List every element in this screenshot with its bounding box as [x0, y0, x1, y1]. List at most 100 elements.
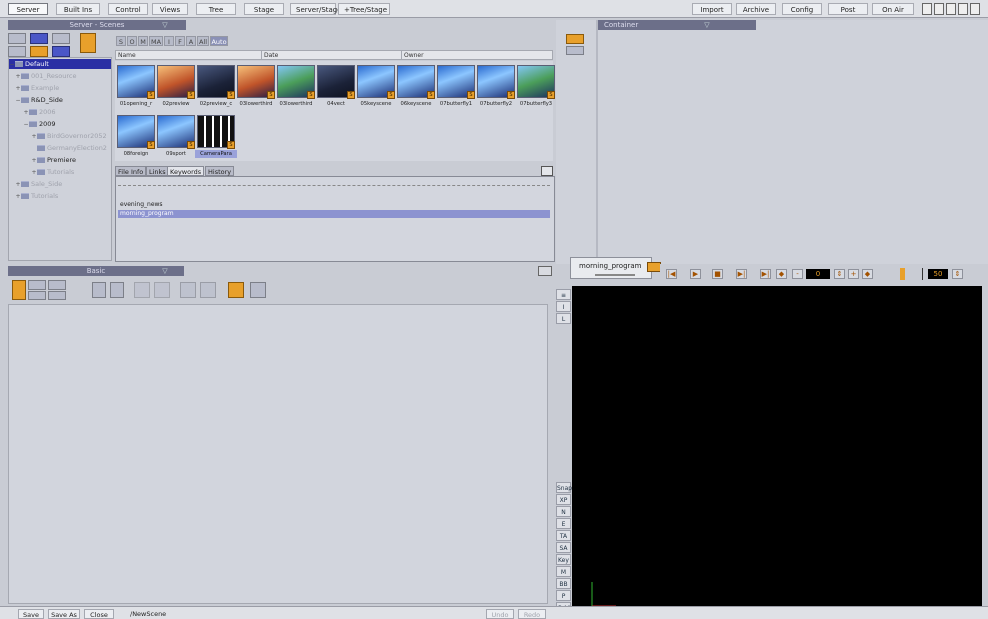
menu-control[interactable]: Control: [108, 3, 148, 15]
scene-thumbnail[interactable]: S 04vect: [317, 65, 355, 109]
menu-views[interactable]: Views: [152, 3, 188, 15]
side-button-l[interactable]: L: [556, 313, 571, 324]
container-dropdown-icon[interactable]: ▽: [700, 21, 714, 29]
filter-o[interactable]: O: [127, 36, 137, 46]
side-button-xp[interactable]: XP: [556, 494, 571, 505]
tree-item-resource[interactable]: +001_Resource: [15, 71, 76, 81]
arrow-move-icon[interactable]: [28, 280, 46, 290]
scene-thumbnail[interactable]: S 03lowerthird: [277, 65, 315, 109]
frame-stepper-icon[interactable]: ⇕: [834, 269, 845, 279]
grid-view-icon[interactable]: [52, 46, 70, 57]
scene-type-icon[interactable]: [80, 33, 96, 53]
tree-item-tutorials[interactable]: + Tutorials: [15, 191, 58, 201]
scene-thumbnail[interactable]: S 01opening_r: [117, 65, 155, 109]
plus-frame-icon[interactable]: +: [848, 269, 859, 279]
undo-button[interactable]: Undo: [486, 609, 514, 619]
remove-folder-icon[interactable]: [8, 46, 26, 57]
menu-tree-stage[interactable]: +Tree/Stage: [338, 3, 390, 15]
panel-expand-icon[interactable]: [541, 166, 553, 176]
filter-s[interactable]: S: [116, 36, 126, 46]
scene-thumbnail[interactable]: S 07butterfly3: [517, 65, 555, 109]
panel-dropdown-icon[interactable]: ▽: [158, 21, 172, 29]
menu-tree[interactable]: Tree: [196, 3, 236, 15]
side-button-key[interactable]: Key: [556, 554, 571, 565]
scene-thumbnail[interactable]: S 07butterfly2: [477, 65, 515, 109]
end-stepper-icon[interactable]: ⇕: [952, 269, 963, 279]
tree-item-rd-side[interactable]: − R&D_Side: [15, 95, 62, 105]
tree-item-2009[interactable]: −2009: [23, 119, 55, 129]
scene-thumbnail[interactable]: S 08foreign: [117, 115, 155, 159]
tab-keywords[interactable]: Keywords: [167, 166, 205, 176]
tree-item-birdgovernor[interactable]: + BirdGovernor2052: [31, 131, 106, 141]
layers-icon[interactable]: [154, 282, 170, 298]
filter-auto[interactable]: Auto: [210, 36, 228, 46]
monitor-icon[interactable]: [52, 33, 70, 44]
menu-on-air[interactable]: On Air: [872, 3, 914, 15]
redo-button[interactable]: Redo: [518, 609, 546, 619]
menu-server[interactable]: Server: [8, 3, 48, 15]
minus-icon[interactable]: [48, 291, 66, 300]
side-button-i[interactable]: I: [556, 301, 571, 312]
basic-dropdown-icon[interactable]: ▽: [158, 267, 172, 275]
menu-archive[interactable]: Archive: [736, 3, 776, 15]
keyword-item-selected[interactable]: morning_program: [118, 210, 550, 218]
layout-3-icon[interactable]: [946, 3, 956, 15]
filter-f[interactable]: F: [175, 36, 185, 46]
dropdown-icon[interactable]: [958, 3, 968, 15]
tree-item-2006[interactable]: +2006: [23, 107, 55, 117]
split-icon[interactable]: [28, 291, 46, 300]
tree-item-default[interactable]: − Default: [9, 59, 111, 69]
tree-item-sale-side[interactable]: + Sale_Side: [15, 179, 62, 189]
zoom-in-icon[interactable]: [92, 282, 106, 298]
tree-item-tutorials-sub[interactable]: + Tutorials: [31, 167, 74, 177]
close-button[interactable]: Close: [84, 609, 114, 619]
menu-config[interactable]: Config: [782, 3, 822, 15]
side-button-ta[interactable]: TA: [556, 530, 571, 541]
side-button-p[interactable]: P: [556, 590, 571, 601]
filter-a[interactable]: A: [186, 36, 196, 46]
render-viewport[interactable]: [572, 286, 982, 619]
menu-built-ins[interactable]: Built Ins: [56, 3, 100, 15]
scene-thumbnail[interactable]: S 02preview: [157, 65, 195, 109]
tree-item-example[interactable]: + Example: [15, 83, 59, 93]
end-frame-field[interactable]: 50: [928, 269, 948, 279]
tab-history[interactable]: History: [205, 166, 235, 176]
tree-item-germanyelection[interactable]: GermanyElection2: [37, 143, 107, 153]
render-icon[interactable]: [228, 282, 244, 298]
filter-all[interactable]: All: [197, 36, 209, 46]
filter-m[interactable]: M: [138, 36, 148, 46]
keyframe-icon[interactable]: ◆: [776, 269, 787, 279]
tree-item-premiere[interactable]: + Premiere: [31, 155, 76, 165]
add-icon[interactable]: [48, 280, 66, 290]
side-button-view[interactable]: ≡: [556, 289, 571, 300]
keyframe-next-icon[interactable]: ◆: [862, 269, 873, 279]
scene-thumbnail[interactable]: S CameraPara: [195, 115, 237, 159]
save-button[interactable]: Save: [18, 609, 44, 619]
layout-1-icon[interactable]: [922, 3, 932, 15]
zoom-out-icon[interactable]: [110, 282, 124, 298]
frame-field[interactable]: 0: [806, 269, 830, 279]
side-button-m[interactable]: M: [556, 566, 571, 577]
side-button-n[interactable]: N: [556, 506, 571, 517]
column-name[interactable]: Name: [116, 51, 262, 60]
scene-thumbnail[interactable]: S 09sport: [157, 115, 195, 159]
scene-thumbnail[interactable]: S 05keyscene: [357, 65, 395, 109]
object-icon[interactable]: [12, 280, 26, 300]
column-owner[interactable]: Owner: [402, 51, 552, 60]
folder-orange-icon[interactable]: [30, 46, 48, 57]
container-remove-icon[interactable]: [566, 46, 584, 55]
add-folder-icon[interactable]: [8, 33, 26, 44]
grid-icon[interactable]: [134, 282, 150, 298]
layout-2-icon[interactable]: [934, 3, 944, 15]
keyword-item[interactable]: evening_news: [118, 201, 550, 209]
layout-4-icon[interactable]: [970, 3, 980, 15]
container-add-icon[interactable]: [566, 34, 584, 44]
align-icon[interactable]: [200, 282, 216, 298]
go-start-icon[interactable]: |◀: [666, 269, 677, 279]
play-forward-icon[interactable]: ▶|: [736, 269, 747, 279]
side-button-snap[interactable]: Snap: [556, 482, 572, 493]
marker-icon[interactable]: [900, 268, 905, 280]
side-button-sa[interactable]: SA: [556, 542, 571, 553]
minus-frame-icon[interactable]: -: [792, 269, 803, 279]
scene-thumbnail[interactable]: S 02preview_c: [197, 65, 235, 109]
